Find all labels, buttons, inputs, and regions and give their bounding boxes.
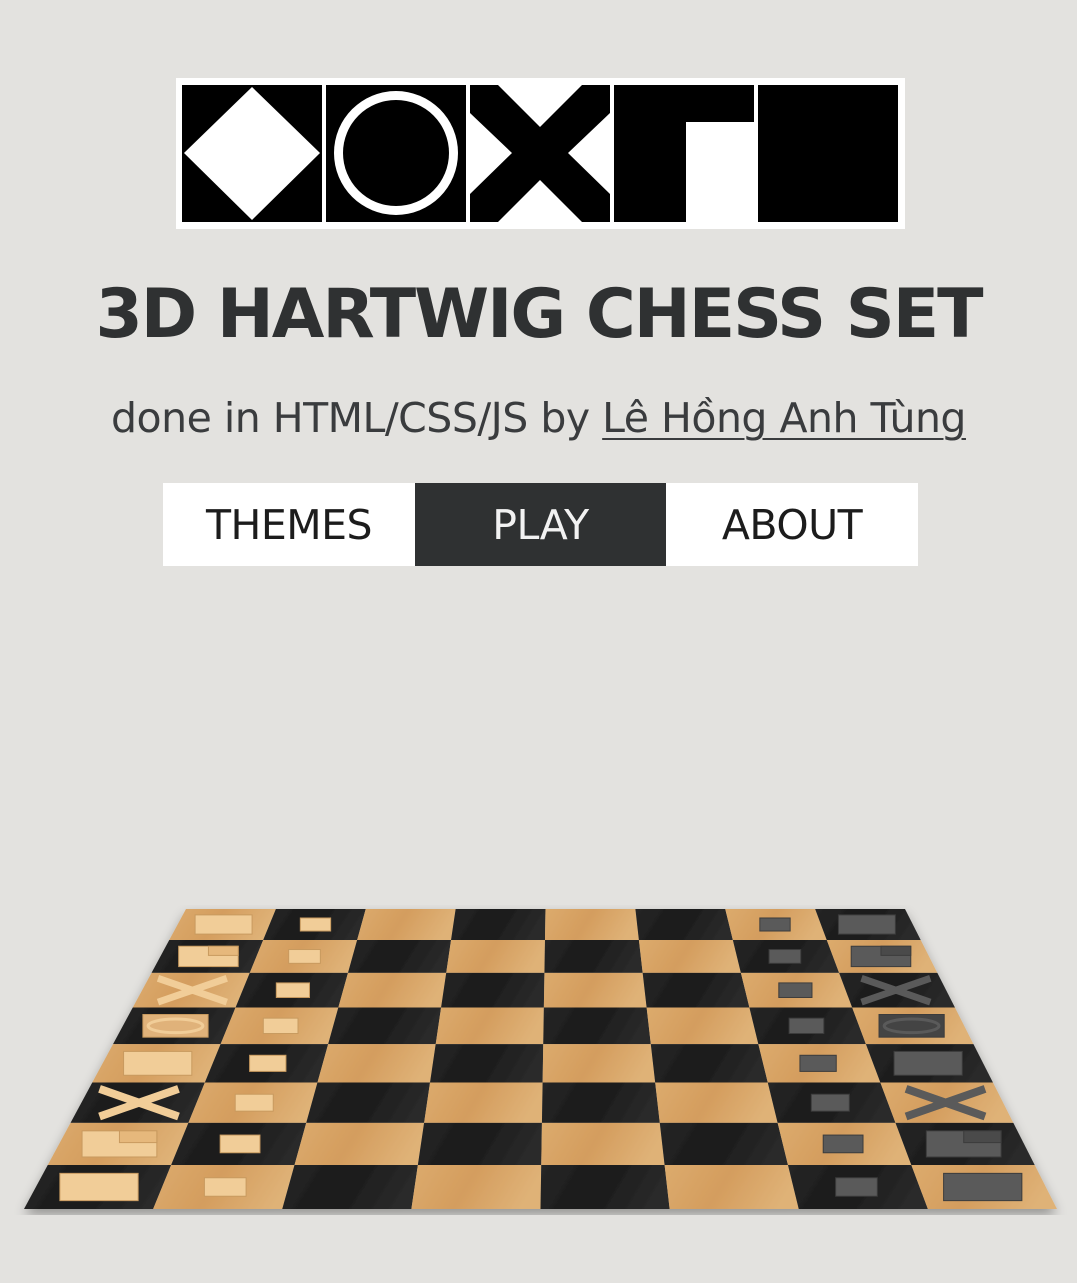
board-square[interactable] xyxy=(642,972,750,1008)
light-king-piece[interactable] xyxy=(123,1050,193,1076)
board-square[interactable] xyxy=(347,939,452,973)
board-square[interactable] xyxy=(441,972,545,1008)
board-square[interactable] xyxy=(543,972,647,1008)
hartwig-logo xyxy=(176,78,905,229)
board-square[interactable] xyxy=(659,1122,788,1165)
board-square[interactable] xyxy=(328,1007,442,1045)
board-square[interactable] xyxy=(435,1007,544,1045)
dark-king-piece[interactable] xyxy=(893,1050,963,1076)
board-square[interactable] xyxy=(655,1082,778,1123)
board-square[interactable] xyxy=(541,1122,665,1165)
square-icon xyxy=(758,85,898,222)
board-square[interactable] xyxy=(411,1164,542,1209)
dark-knight-piece[interactable] xyxy=(925,1130,1002,1158)
light-pawn-piece[interactable] xyxy=(219,1134,261,1154)
board-square[interactable] xyxy=(540,1164,670,1209)
light-pawn-piece[interactable] xyxy=(234,1093,274,1112)
board-square[interactable] xyxy=(646,1007,759,1045)
board-square[interactable] xyxy=(430,1044,544,1083)
board-square[interactable] xyxy=(635,909,733,940)
tab-about[interactable]: ABOUT xyxy=(666,483,918,566)
board-square[interactable] xyxy=(417,1122,542,1165)
page-title: 3D HARTWIG CHESS SET xyxy=(95,275,983,354)
dark-pawn-piece[interactable] xyxy=(835,1177,878,1197)
light-knight-piece[interactable] xyxy=(81,1130,158,1158)
board-square[interactable] xyxy=(542,1044,656,1083)
tab-themes[interactable]: THEMES xyxy=(163,483,415,566)
dark-pawn-piece[interactable] xyxy=(778,982,813,998)
ring-icon xyxy=(326,85,466,222)
board-square[interactable] xyxy=(424,1082,543,1123)
light-pawn-piece[interactable] xyxy=(203,1177,247,1197)
cross-icon xyxy=(470,85,610,222)
board-square[interactable] xyxy=(357,909,456,940)
subtitle: done in HTML/CSS/JS by Lê Hồng Anh Tùng xyxy=(0,392,1077,444)
board-square[interactable] xyxy=(638,939,741,973)
dark-pawn-piece[interactable] xyxy=(822,1134,864,1154)
board-square[interactable] xyxy=(451,909,546,940)
corner-icon xyxy=(614,85,754,222)
board-square[interactable] xyxy=(282,1164,418,1209)
main-nav: THEMES PLAY ABOUT xyxy=(163,483,918,566)
dark-pawn-piece[interactable] xyxy=(768,949,802,964)
diamond-icon xyxy=(182,85,322,222)
light-rook-piece[interactable] xyxy=(194,914,253,935)
dark-rook-piece[interactable] xyxy=(837,914,896,935)
board-square[interactable] xyxy=(294,1122,425,1165)
dark-pawn-piece[interactable] xyxy=(810,1093,850,1112)
light-pawn-piece[interactable] xyxy=(262,1017,299,1035)
board-square[interactable] xyxy=(544,939,643,973)
board-square[interactable] xyxy=(446,939,545,973)
dark-pawn-piece[interactable] xyxy=(759,917,791,932)
board-square[interactable] xyxy=(650,1044,768,1083)
board-square[interactable] xyxy=(306,1082,431,1123)
subtitle-prefix: done in HTML/CSS/JS by xyxy=(111,394,603,442)
dark-queen-piece[interactable] xyxy=(878,1014,945,1038)
dark-pawn-piece[interactable] xyxy=(799,1054,837,1072)
board-square[interactable] xyxy=(541,1082,660,1123)
light-rook-piece[interactable] xyxy=(59,1172,139,1202)
tab-play[interactable]: PLAY xyxy=(415,483,666,566)
light-knight-piece[interactable] xyxy=(178,945,239,968)
board-square[interactable] xyxy=(338,972,447,1008)
author-link[interactable]: Lê Hồng Anh Tùng xyxy=(602,394,966,442)
dark-pawn-piece[interactable] xyxy=(788,1017,825,1035)
dark-knight-piece[interactable] xyxy=(850,945,912,968)
light-pawn-piece[interactable] xyxy=(288,949,321,964)
light-pawn-piece[interactable] xyxy=(299,917,332,932)
board-square[interactable] xyxy=(543,1007,651,1045)
page: 3D HARTWIG CHESS SET done in HTML/CSS/JS… xyxy=(0,0,1077,1283)
light-pawn-piece[interactable] xyxy=(249,1054,287,1072)
chess-board[interactable] xyxy=(0,905,1077,1215)
light-queen-piece[interactable] xyxy=(142,1014,209,1038)
board-square[interactable] xyxy=(317,1044,436,1083)
chess-board-container xyxy=(0,905,1077,1215)
board-square[interactable] xyxy=(544,909,639,940)
light-pawn-piece[interactable] xyxy=(275,982,310,998)
dark-rook-piece[interactable] xyxy=(943,1172,1023,1202)
board-square[interactable] xyxy=(664,1164,799,1209)
